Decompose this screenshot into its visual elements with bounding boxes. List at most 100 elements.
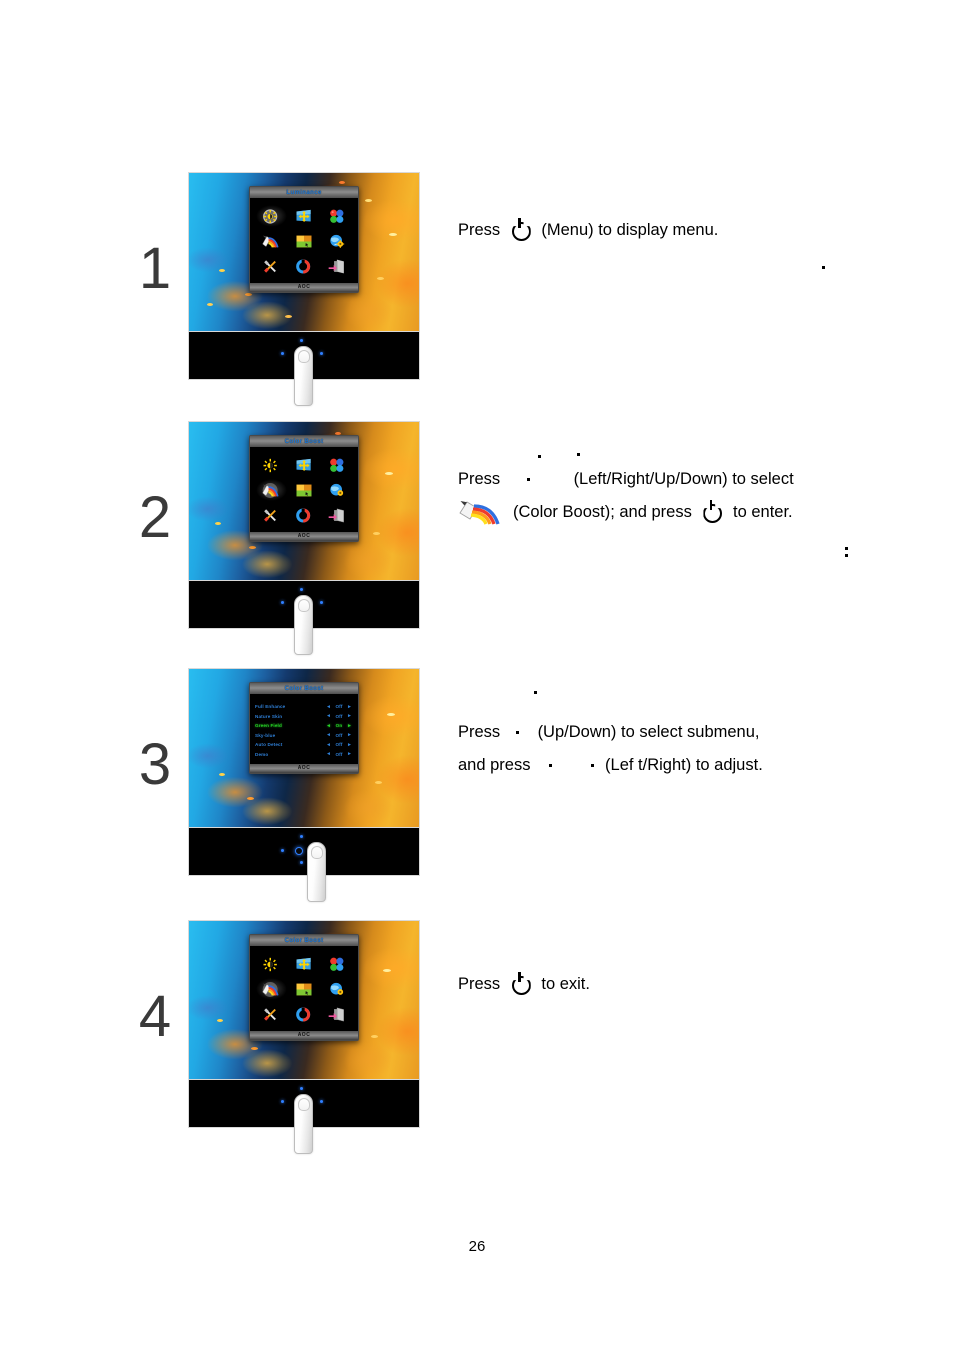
osd-icon-osd-setup[interactable] [321, 479, 352, 501]
osd-icon-extra[interactable] [256, 504, 287, 526]
decrease-arrow-icon[interactable]: ◄ [325, 704, 332, 710]
increase-arrow-icon[interactable]: ► [346, 723, 353, 729]
osd-menu[interactable]: Color Boost Full Enhance ◄ Off ► Nature … [249, 682, 359, 774]
osd-icon-image-setup[interactable] [289, 205, 320, 227]
osd-icon-grid[interactable] [250, 451, 358, 530]
power-icon [701, 500, 723, 523]
osd-icon-grid[interactable] [250, 950, 358, 1029]
color-setup-icon [327, 956, 347, 973]
osd-icon-osd-setup[interactable] [321, 978, 352, 1000]
osd-icon-color-setup[interactable] [321, 205, 352, 227]
reset-icon [294, 1006, 314, 1023]
osd-icon-reset[interactable] [289, 255, 320, 277]
osd-body [250, 946, 358, 1031]
bezel-led-indicator [300, 588, 303, 591]
decrease-arrow-icon[interactable]: ◄ [325, 751, 332, 757]
image-setup-icon [294, 457, 314, 474]
bezel-button-right[interactable] [320, 352, 323, 355]
instruction-line: Press (Left/Right/Up/Down) to select [458, 463, 928, 496]
submenu-row-full-enhance[interactable]: Full Enhance ◄ Off ► [255, 702, 353, 712]
luminance-icon [261, 208, 281, 225]
monitor-illustration: Luminance AOC [188, 172, 420, 406]
extra-icon [261, 258, 281, 275]
osd-icon-color-setup[interactable] [321, 953, 352, 975]
image-setup-icon [294, 208, 314, 225]
osd-icon-picture-boost[interactable] [289, 479, 320, 501]
submenu-row-nature-skin[interactable]: Nature Skin ◄ Off ► [255, 712, 353, 722]
osd-icon-image-setup[interactable] [289, 953, 320, 975]
page-number: 26 [468, 1238, 486, 1255]
osd-icon-exit[interactable] [321, 504, 352, 526]
picture-boost-icon [294, 981, 314, 998]
osd-icon-extra[interactable] [256, 1003, 287, 1025]
submenu-row-sky-blue[interactable]: Sky-blue ◄ Off ► [255, 731, 353, 741]
bezel-button-left[interactable] [281, 601, 284, 604]
fingernail [298, 350, 310, 363]
manual-page: 1 Luminance AOC Press (Menu) to display … [0, 0, 954, 1350]
osd-menu[interactable]: Luminance AOC [249, 186, 359, 293]
color-setup-icon [327, 457, 347, 474]
monitor-illustration: Color Boost AOC [188, 920, 420, 1154]
bezel-button-left[interactable] [281, 1100, 284, 1103]
increase-arrow-icon[interactable]: ► [346, 751, 353, 757]
submenu-row-auto-detect[interactable]: Auto Detect ◄ Off ► [255, 740, 353, 750]
osd-submenu-list[interactable]: Full Enhance ◄ Off ► Nature Skin ◄ Off ►… [250, 698, 358, 762]
submenu-row-green-field[interactable]: Green Field ◄ On ► [255, 721, 353, 731]
picture-boost-icon [294, 482, 314, 499]
submenu-value: Off [335, 751, 343, 757]
osd-icon-image-setup[interactable] [289, 454, 320, 476]
glyph-artifact-dot-top-left [538, 455, 541, 458]
osd-menu[interactable]: Color Boost AOC [249, 934, 359, 1041]
osd-icon-picture-boost[interactable] [289, 978, 320, 1000]
bezel-led-indicator [300, 1087, 303, 1090]
reset-icon [294, 258, 314, 275]
instruction-line: Press (Up/Down) to select submenu, [458, 716, 928, 749]
osd-icon-color-setup[interactable] [321, 454, 352, 476]
decrease-arrow-icon[interactable]: ◄ [325, 713, 332, 719]
bezel-button-left[interactable] [281, 849, 284, 852]
increase-arrow-icon[interactable]: ► [346, 713, 353, 719]
osd-icon-exit[interactable] [321, 255, 352, 277]
osd-menu[interactable]: Color Boost AOC [249, 435, 359, 542]
osd-brand-logo: AOC [250, 764, 358, 773]
decrease-arrow-icon[interactable]: ◄ [325, 732, 332, 738]
bezel-button-right[interactable] [320, 1100, 323, 1103]
bezel-button-left[interactable] [281, 352, 284, 355]
osd-icon-extra[interactable] [256, 255, 287, 277]
osd-icon-color-boost[interactable] [256, 978, 287, 1000]
osd-title: Color Boost [250, 935, 358, 946]
color-boost-icon [458, 499, 512, 525]
submenu-label: Auto Detect [255, 742, 283, 748]
increase-arrow-icon[interactable]: ► [346, 704, 353, 710]
bezel-button-active[interactable] [295, 847, 303, 855]
exit-icon [327, 507, 347, 524]
osd-icon-reset[interactable] [289, 1003, 320, 1025]
submenu-value: Off [335, 713, 343, 719]
glyph-artifact-dot [822, 266, 825, 269]
osd-icon-picture-boost[interactable] [289, 230, 320, 252]
increase-arrow-icon[interactable]: ► [346, 732, 353, 738]
osd-icon-grid[interactable] [250, 202, 358, 281]
osd-icon-osd-setup[interactable] [321, 230, 352, 252]
decrease-arrow-icon[interactable]: ◄ [325, 723, 332, 729]
pointing-finger [294, 346, 313, 406]
bezel-led-indicator [300, 835, 303, 838]
submenu-row-demo[interactable]: Demo ◄ Off ► [255, 750, 353, 760]
increase-arrow-icon[interactable]: ► [346, 742, 353, 748]
decrease-arrow-icon[interactable]: ◄ [325, 742, 332, 748]
monitor-bezel [188, 581, 420, 655]
bezel-button-down[interactable] [300, 861, 303, 864]
osd-icon-exit[interactable] [321, 1003, 352, 1025]
instruction-text-pre: Press [458, 975, 501, 993]
osd-icon-luminance[interactable] [256, 953, 287, 975]
bezel-button-right[interactable] [320, 601, 323, 604]
osd-icon-color-boost[interactable] [256, 230, 287, 252]
osd-icon-color-boost[interactable] [256, 479, 287, 501]
osd-icon-reset[interactable] [289, 504, 320, 526]
osd-icon-luminance[interactable] [256, 205, 287, 227]
osd-icon-luminance[interactable] [256, 454, 287, 476]
submenu-value: On [335, 723, 343, 729]
pointing-finger [294, 595, 313, 655]
step-instruction: Press (Menu) to display menu. [458, 214, 928, 269]
instruction-text-pre: Press [458, 723, 501, 741]
